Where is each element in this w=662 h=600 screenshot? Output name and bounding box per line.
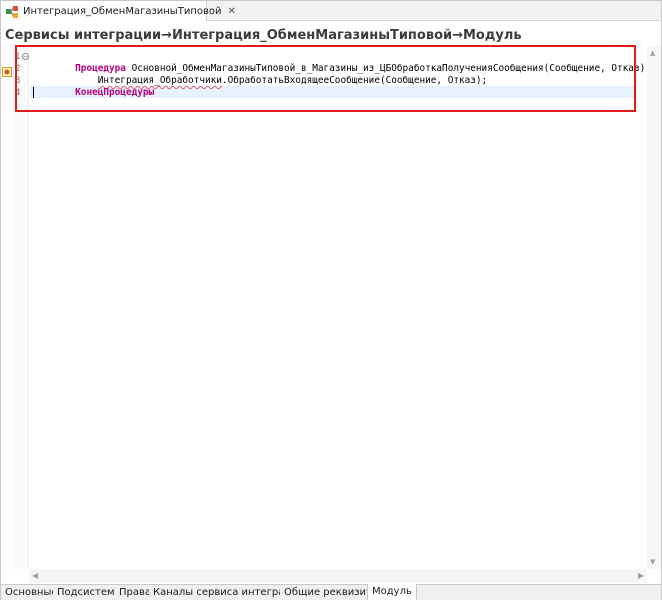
horizontal-scrollbar[interactable]: ◀ ▶ xyxy=(29,569,647,583)
scroll-down-icon[interactable]: ▼ xyxy=(650,558,655,566)
editor-tab-strip: Интеграция_ОбменМагазиныТиповой ✕ xyxy=(1,1,661,21)
tab-module[interactable]: Модуль xyxy=(367,584,417,600)
annotation-ruler xyxy=(1,46,13,569)
scroll-left-icon[interactable]: ◀ xyxy=(32,571,38,580)
close-icon[interactable]: ✕ xyxy=(227,6,235,17)
scroll-right-icon[interactable]: ▶ xyxy=(638,571,644,580)
scroll-up-icon[interactable]: ▲ xyxy=(650,49,655,57)
bottom-page-tabs: Основные Подсистемы Права Каналы сервиса… xyxy=(1,584,661,600)
vertical-scrollbar[interactable]: ▲ ▼ xyxy=(647,46,661,569)
line-number-gutter xyxy=(13,46,29,569)
integration-service-icon xyxy=(5,4,19,18)
editor-tab[interactable]: Интеграция_ОбменМагазиныТиповой ✕ xyxy=(1,1,236,21)
code-highlight-frame xyxy=(15,45,636,112)
code-text-area[interactable]: Процедура Основной_ОбменМагазиныТиповой_… xyxy=(30,46,647,569)
warning-marker-icon[interactable] xyxy=(2,62,12,77)
editor-window: Интеграция_ОбменМагазиныТиповой ✕ Сервис… xyxy=(0,0,662,600)
breadcrumb: Сервисы интеграции→Интеграция_ОбменМагаз… xyxy=(5,28,522,43)
code-editor[interactable]: 1 − 2 3 4 Процедура Основной_ОбменМагази… xyxy=(1,46,661,569)
editor-tab-title: Интеграция_ОбменМагазиныТиповой xyxy=(23,5,222,17)
